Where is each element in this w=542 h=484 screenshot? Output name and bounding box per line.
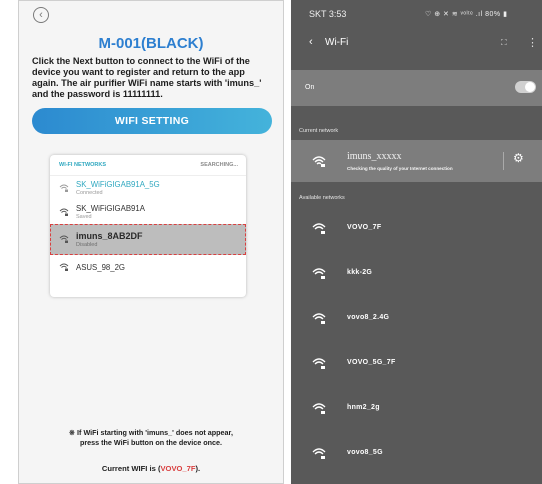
chevron-left-icon: ‹ <box>39 8 43 21</box>
current-wifi-text: Current WIFI is (VOVO_7F). <box>19 464 283 473</box>
back-arrow-icon[interactable]: ‹ <box>309 36 313 48</box>
status-icons: ♡ ⊕ ✕ ≋ ᵛᵒˡᵗᵉ .ıl 80% ▮ <box>425 11 508 18</box>
list-item: ASUS_98_2G <box>50 255 246 279</box>
wifi-networks-heading: WI-FI NETWORKS <box>59 162 107 168</box>
toggle-knob <box>525 82 535 92</box>
network-name: hnm2_2g <box>347 404 380 411</box>
list-item[interactable]: vovo8_2.4G <box>291 296 542 341</box>
network-name: vovo8_2.4G <box>347 314 390 321</box>
page-title: Wi-Fi <box>325 37 349 48</box>
network-name: SK_WiFiGIGAB91A <box>76 204 145 213</box>
status-bar: SKT 3:53 ♡ ⊕ ✕ ≋ ᵛᵒˡᵗᵉ .ıl 80% ▮ <box>291 0 542 28</box>
instruction-text: Click the Next button to connect to the … <box>32 56 262 99</box>
android-wifi-settings: SKT 3:53 ♡ ⊕ ✕ ≋ ᵛᵒˡᵗᵉ .ıl 80% ▮ ‹ Wi-Fi… <box>291 0 542 484</box>
list-item[interactable]: kkk-2G <box>291 251 542 296</box>
wifi-setting-button[interactable]: WIFI SETTING <box>32 108 272 134</box>
wifi-lock-icon <box>312 403 326 414</box>
list-item[interactable]: VOVO_5G_7F <box>291 341 542 386</box>
current-network-row[interactable]: imuns_xxxxx Checking the quality of your… <box>291 140 542 182</box>
wifi-lock-icon <box>59 184 69 192</box>
list-item: SK_WiFiGIGAB91A_5G Connected <box>50 176 246 200</box>
note-line: ※ If WiFi starting with 'imuns_' does no… <box>69 428 233 437</box>
list-item[interactable]: VOVO_7F <box>291 206 542 251</box>
current-wifi-name: VOVO_7F <box>160 464 196 473</box>
network-name: kkk-2G <box>347 269 373 276</box>
qr-scan-icon[interactable]: ⛶ <box>501 38 507 48</box>
network-name: VOVO_5G_7F <box>347 359 396 366</box>
network-status: Saved <box>76 214 92 220</box>
wifi-toggle-row[interactable]: On <box>291 70 542 106</box>
available-networks-list: VOVO_7F kkk-2G vovo8_2.4G VOVO_5G_7F hnm… <box>291 206 542 476</box>
gear-icon[interactable]: ⚙ <box>513 151 524 165</box>
wifi-note: ※ If WiFi starting with 'imuns_' does no… <box>29 428 273 448</box>
back-button[interactable]: ‹ <box>33 7 49 23</box>
app-panel: ‹ M-001(BLACK) Click the Next button to … <box>18 0 284 484</box>
wifi-networks-preview: WI-FI NETWORKS SEARCHING... SK_WiFiGIGAB… <box>50 155 246 297</box>
list-item[interactable]: vovo8_5G <box>291 431 542 476</box>
current-network-heading: Current network <box>299 128 339 134</box>
network-name: SK_WiFiGIGAB91A_5G <box>76 180 160 189</box>
network-name: ASUS_98_2G <box>76 262 125 272</box>
available-networks-heading: Available networks <box>299 195 345 201</box>
wifi-lock-icon <box>59 235 69 243</box>
wifi-lock-icon <box>59 208 69 216</box>
wifi-toggle[interactable] <box>515 81 536 93</box>
device-title: M-001(BLACK) <box>98 35 204 52</box>
list-item: SK_WiFiGIGAB91A Saved <box>50 200 246 224</box>
network-name: imuns_8AB2DF <box>76 231 143 241</box>
wifi-lock-icon <box>312 223 326 234</box>
wifi-lock-icon <box>312 313 326 324</box>
network-status: Disabled <box>76 242 98 248</box>
wifi-card-header: WI-FI NETWORKS SEARCHING... <box>50 155 246 176</box>
list-item[interactable]: hnm2_2g <box>291 386 542 431</box>
wifi-lock-icon <box>312 156 326 167</box>
wifi-lock-icon <box>59 263 69 271</box>
network-name: vovo8_5G <box>347 449 383 456</box>
note-line: press the WiFi button on the device once… <box>79 438 223 447</box>
network-status: Connected <box>76 190 103 196</box>
current-network-name: imuns_xxxxx <box>347 151 402 162</box>
divider <box>503 152 504 170</box>
wifi-on-label: On <box>305 84 315 91</box>
wifi-lock-icon <box>312 358 326 369</box>
status-time: SKT 3:53 <box>309 9 347 19</box>
searching-label: SEARCHING... <box>200 162 238 168</box>
more-options-icon[interactable]: ⋮ <box>527 36 538 49</box>
highlighted-list-item: imuns_8AB2DF Disabled <box>50 224 246 255</box>
current-network-status: Checking the quality of your Internet co… <box>347 166 453 171</box>
current-wifi-suffix: ). <box>195 464 201 473</box>
network-name: VOVO_7F <box>347 224 382 231</box>
wifi-lock-icon <box>312 268 326 279</box>
app-bar: ‹ Wi-Fi ⛶ ⋮ <box>291 28 542 58</box>
wifi-lock-icon <box>312 448 326 459</box>
current-wifi-prefix: Current WIFI is ( <box>101 464 161 473</box>
